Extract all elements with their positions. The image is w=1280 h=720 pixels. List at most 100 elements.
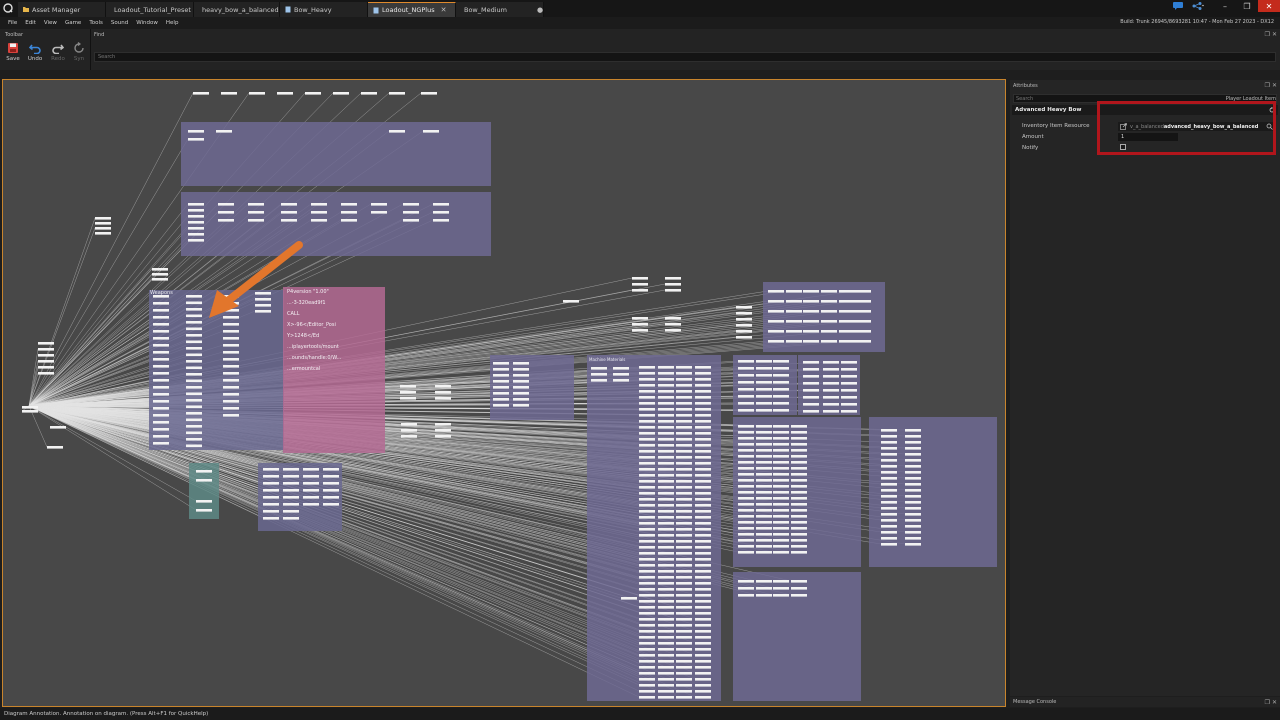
document-icon — [373, 7, 379, 13]
group-label-weapons: Weapons — [150, 290, 173, 296]
graph-node — [823, 396, 839, 399]
graph-node — [676, 546, 692, 549]
graph-node — [695, 546, 711, 549]
graph-node — [639, 396, 655, 399]
graph-node — [803, 403, 819, 406]
graph-node — [639, 534, 655, 537]
menu-game[interactable]: Game — [61, 20, 85, 26]
menu-sound[interactable]: Sound — [107, 20, 132, 26]
graph-node — [695, 648, 711, 651]
graph-node — [676, 408, 692, 411]
graph-node — [676, 690, 692, 693]
save-button[interactable]: Save — [3, 42, 23, 68]
graph-node — [738, 521, 754, 524]
graph-node — [433, 203, 449, 206]
close-icon[interactable]: ✕ — [441, 6, 447, 14]
graph-node — [639, 594, 655, 597]
diagram-graph[interactable]: Weapons Machine Materials P4version "1.0… — [3, 80, 1006, 707]
graph-node — [153, 316, 169, 319]
graph-node — [658, 666, 674, 669]
menu-help[interactable]: Help — [162, 20, 183, 26]
graph-node — [658, 528, 674, 531]
graph-node — [791, 443, 807, 446]
graph-node — [676, 570, 692, 573]
restore-icon[interactable]: ❐ — [1236, 0, 1258, 12]
graph-node — [658, 480, 674, 483]
close-window-icon[interactable]: ✕ — [1258, 0, 1280, 12]
redo-button[interactable]: Redo — [48, 42, 68, 68]
graph-node — [513, 368, 529, 371]
graph-node — [738, 437, 754, 440]
graph-node — [786, 290, 802, 293]
panel-controls-icon[interactable]: ❐ ✕ — [1265, 31, 1277, 38]
graph-node — [283, 475, 299, 478]
menu-window[interactable]: Window — [132, 20, 162, 26]
graph-node — [591, 367, 607, 370]
graph-node — [676, 654, 692, 657]
graph-node — [768, 310, 784, 313]
graph-node — [248, 219, 264, 222]
graph-node — [881, 453, 897, 456]
graph-node — [756, 367, 772, 370]
graph-node — [676, 624, 692, 627]
graph-node — [658, 642, 674, 645]
minimize-icon[interactable]: – — [1214, 0, 1236, 12]
tab-bow-medium[interactable]: Bow_Medium ● — [456, 2, 544, 17]
graph-node — [95, 232, 111, 235]
graph-node — [791, 479, 807, 482]
graph-node — [695, 600, 711, 603]
graph-node — [658, 636, 674, 639]
message-console-panel[interactable]: Message Console ❐ ✕ — [1010, 697, 1280, 707]
unsaved-dot-icon[interactable]: ● — [537, 6, 543, 14]
graph-node — [905, 447, 921, 450]
panel-controls-icon[interactable]: ❐ ✕ — [1265, 82, 1277, 89]
diagram-canvas[interactable]: Weapons Machine Materials P4version "1.0… — [2, 79, 1006, 707]
graph-node — [791, 425, 807, 428]
chat-icon[interactable] — [1173, 2, 1183, 10]
graph-node — [676, 480, 692, 483]
undo-button[interactable]: Undo — [25, 42, 45, 68]
graph-node — [881, 429, 897, 432]
tab-bow-heavy[interactable]: Bow_Heavy — [280, 2, 368, 17]
menu-view[interactable]: View — [40, 20, 61, 26]
graph-node — [263, 475, 279, 478]
graph-node — [186, 353, 202, 357]
graph-node — [773, 539, 789, 542]
graph-node — [658, 654, 674, 657]
graph-node — [756, 461, 772, 464]
graph-node — [791, 431, 807, 434]
tab-loadout-tutorial-preset[interactable]: Loadout_Tutorial_Preset — [106, 2, 194, 17]
graph-node — [695, 462, 711, 465]
graph-node — [786, 310, 802, 313]
graph-node — [676, 456, 692, 459]
share-icon[interactable] — [1192, 2, 1204, 10]
find-search-input[interactable] — [94, 52, 1276, 62]
graph-node — [821, 300, 837, 303]
graph-node — [768, 320, 784, 323]
tab-heavy-bow-a-balanced[interactable]: heavy_bow_a_balanced — [194, 2, 280, 17]
graph-node — [756, 360, 772, 363]
graph-node — [223, 358, 239, 361]
graph-node — [493, 398, 509, 401]
menu-tools[interactable]: Tools — [85, 20, 107, 26]
panel-controls-icon[interactable]: ❐ ✕ — [1265, 699, 1277, 706]
tab-loadout-ngplus[interactable]: Loadout_NGPlus ✕ — [368, 2, 456, 17]
graph-node — [695, 516, 711, 519]
graph-node — [773, 425, 789, 428]
graph-node — [493, 380, 509, 383]
graph-node — [639, 528, 655, 531]
menu-edit[interactable]: Edit — [21, 20, 40, 26]
graph-node — [153, 344, 169, 347]
graph-node — [791, 580, 807, 583]
graph-node — [841, 396, 857, 399]
graph-node — [223, 393, 239, 396]
graph-node — [768, 300, 784, 303]
graph-node — [905, 513, 921, 516]
sync-button[interactable]: Syn — [69, 42, 89, 68]
graph-node — [371, 211, 387, 214]
menu-file[interactable]: File — [4, 20, 21, 26]
graph-node — [152, 268, 168, 271]
tab-asset-manager[interactable]: Asset Manager — [18, 2, 106, 17]
graph-node — [639, 462, 655, 465]
graph-node — [22, 410, 38, 413]
